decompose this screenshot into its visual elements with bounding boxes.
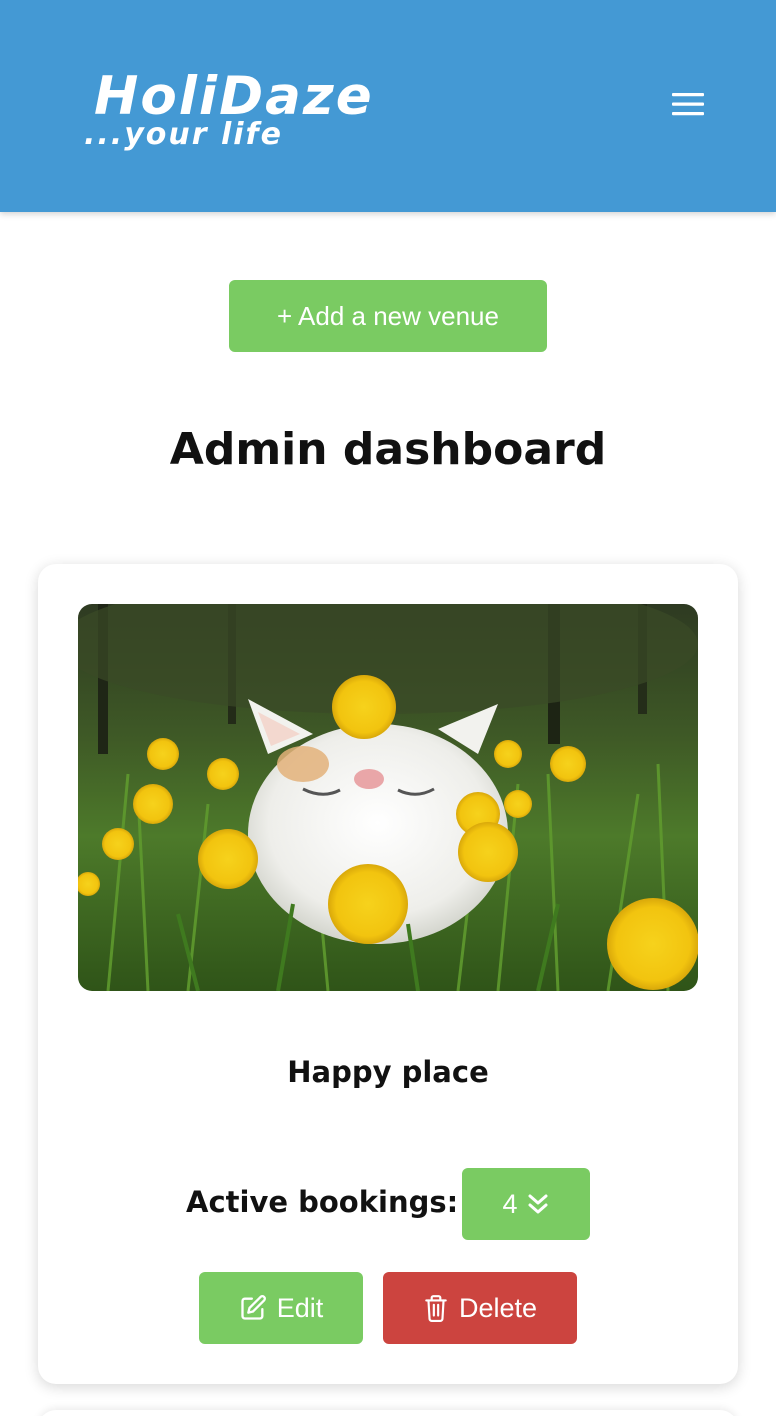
hamburger-menu-icon [672, 90, 704, 118]
venue-name: Happy place [287, 1055, 489, 1089]
venue-card: Happy place Active bookings: 4 Edit Dele… [38, 564, 738, 1384]
chevron-double-down-icon [526, 1192, 550, 1216]
edit-label: Edit [276, 1292, 324, 1323]
logo-tagline: ...your life [84, 117, 283, 152]
active-bookings-label: Active bookings: [186, 1185, 459, 1219]
menu-button[interactable] [664, 82, 712, 126]
delete-button[interactable]: Delete [383, 1272, 577, 1344]
edit-icon [239, 1294, 267, 1322]
delete-label: Delete [458, 1292, 538, 1323]
site-header: HoliDaze ...your life [0, 0, 776, 212]
edit-button[interactable]: Edit [199, 1272, 363, 1344]
venue-image [78, 604, 698, 991]
bookings-count: 4 [502, 1188, 518, 1219]
next-venue-card-edge [38, 1410, 738, 1416]
add-venue-button[interactable]: + Add a new venue [229, 280, 547, 352]
logo-title: HoliDaze [94, 66, 374, 127]
page-title: Admin dashboard [169, 424, 607, 475]
trash-icon [423, 1294, 449, 1322]
active-bookings-toggle-button[interactable]: 4 [462, 1168, 590, 1240]
